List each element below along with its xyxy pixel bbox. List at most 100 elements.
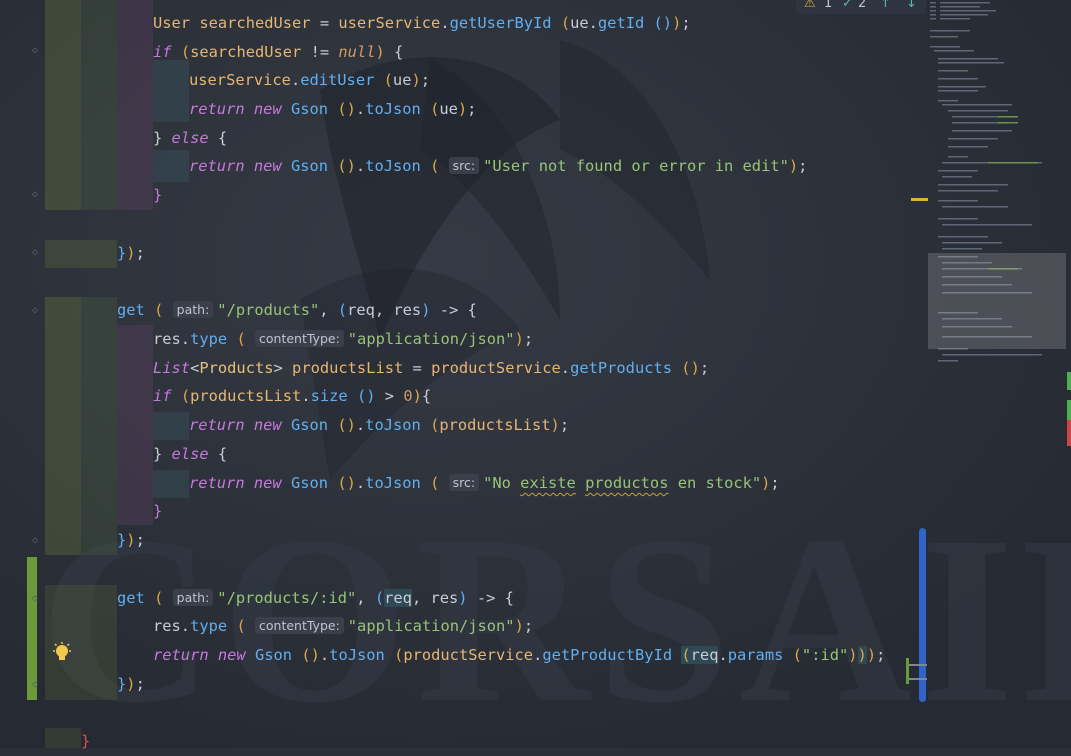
code-token: productService <box>403 646 534 664</box>
code-token: , res <box>411 589 459 607</box>
code-line[interactable]: }); <box>117 526 145 555</box>
code-token: getId <box>597 14 645 32</box>
error-stripe-green[interactable] <box>1067 372 1071 390</box>
scrollbar-change-marker[interactable] <box>906 658 909 684</box>
code-token: ) <box>411 71 421 89</box>
code-token: get <box>117 589 145 607</box>
code-token: toJson <box>329 646 385 664</box>
code-token: List <box>153 359 191 377</box>
warnings-count: 1 <box>824 0 833 11</box>
code-token: ; <box>420 71 431 89</box>
code-line[interactable]: return new Gson ().toJson ( src: "No exis… <box>189 469 780 498</box>
code-token: Gson <box>290 416 329 434</box>
code-line[interactable]: return new Gson ().toJson (productServic… <box>153 641 885 670</box>
warning-icon[interactable]: ⚠ <box>804 0 816 11</box>
inspection-widget[interactable]: ⚠ 1 ✓ 2 ↑ ↓ <box>796 0 926 14</box>
code-token: , <box>356 589 375 607</box>
code-line[interactable]: userService.editUser (ue); <box>189 66 430 95</box>
code-token: new <box>253 100 282 118</box>
code-line[interactable]: res.type ( contentType: "application/json… <box>153 325 533 354</box>
code-token: () <box>301 646 320 664</box>
code-line[interactable]: }); <box>117 670 145 699</box>
code-token: ; <box>135 244 145 262</box>
error-stripe-red[interactable] <box>1067 420 1071 446</box>
code-token: if <box>153 43 172 61</box>
scrollbar-caret-marker[interactable] <box>909 664 927 666</box>
code-token: req <box>690 646 719 664</box>
weak-warning-icon[interactable]: ✓ <box>842 0 853 11</box>
code-line[interactable]: }); <box>117 239 145 268</box>
code-token: productsList <box>439 416 551 434</box>
code-token: ) <box>857 646 867 664</box>
code-token: ue. <box>570 14 598 32</box>
code-token: existe <box>520 474 576 492</box>
code-line[interactable]: } <box>153 181 162 210</box>
code-token: ) <box>126 675 136 693</box>
scrollbar-warning-marker[interactable] <box>911 198 928 201</box>
weak-warnings-count: 2 <box>858 0 867 11</box>
code-token: { <box>208 129 228 147</box>
code-line[interactable]: return new Gson ().toJson (ue); <box>189 95 476 124</box>
code-line[interactable]: if (productsList.size () > 0){ <box>153 382 431 411</box>
code-token: ( <box>430 100 440 118</box>
code-line[interactable]: } <box>153 497 162 526</box>
code-line[interactable]: res.type ( contentType: "application/json… <box>153 612 533 641</box>
code-token: type <box>190 617 228 635</box>
scrollbar-caret-marker[interactable] <box>909 678 927 680</box>
previous-highlight-icon[interactable]: ↑ <box>880 0 891 11</box>
code-line[interactable]: if (searchedUser != null) { <box>153 38 403 67</box>
code-token: "/products" <box>217 301 320 319</box>
code-line[interactable]: return new Gson ().toJson (productsList)… <box>189 411 569 440</box>
code-token: ) <box>458 589 468 607</box>
code-line[interactable]: get ( path: "/products", (req, res) -> { <box>117 296 477 325</box>
code-line[interactable]: } <box>81 727 90 756</box>
code-token: ( <box>430 416 440 434</box>
code-token: ( <box>180 387 191 405</box>
code-line[interactable]: } else { <box>153 124 227 153</box>
code-token: toJson <box>365 100 421 118</box>
code-token: "application/json" <box>347 330 515 348</box>
code-token: userService <box>189 71 291 89</box>
error-stripe-green[interactable] <box>1067 400 1071 420</box>
code-token: < <box>190 359 200 377</box>
code-token: getProducts <box>570 359 673 377</box>
code-line[interactable]: List<Products> productsList = productSer… <box>153 354 709 383</box>
code-line[interactable]: } else { <box>153 440 227 469</box>
code-token: ( <box>236 330 246 348</box>
code-token: type <box>190 330 228 348</box>
vertical-scrollbar-thumb[interactable] <box>919 528 926 702</box>
code-token: . <box>355 157 366 175</box>
code-token: ; <box>770 474 780 492</box>
code-editor[interactable]: User searchedUser = userService.getUserB… <box>0 0 900 750</box>
code-token: userService <box>338 14 441 32</box>
code-line[interactable]: get ( path: "/products/:id", (req, res) -… <box>117 584 514 613</box>
code-token: ) <box>788 157 799 175</box>
code-token: productos <box>585 474 669 492</box>
code-token: ) <box>672 14 682 32</box>
code-token: () <box>356 387 376 405</box>
code-token: } <box>153 445 172 463</box>
code-token: return <box>189 157 245 175</box>
code-token: . <box>355 100 366 118</box>
minimap-viewport[interactable] <box>928 253 1066 349</box>
code-line[interactable]: User searchedUser = userService.getUserB… <box>153 9 691 38</box>
next-highlight-icon[interactable]: ↓ <box>906 0 917 11</box>
code-token: 0 <box>403 387 413 405</box>
code-token: ( <box>154 301 164 319</box>
code-line[interactable]: return new Gson ().toJson ( src: "User no… <box>189 152 807 181</box>
code-token: ( <box>236 617 246 635</box>
